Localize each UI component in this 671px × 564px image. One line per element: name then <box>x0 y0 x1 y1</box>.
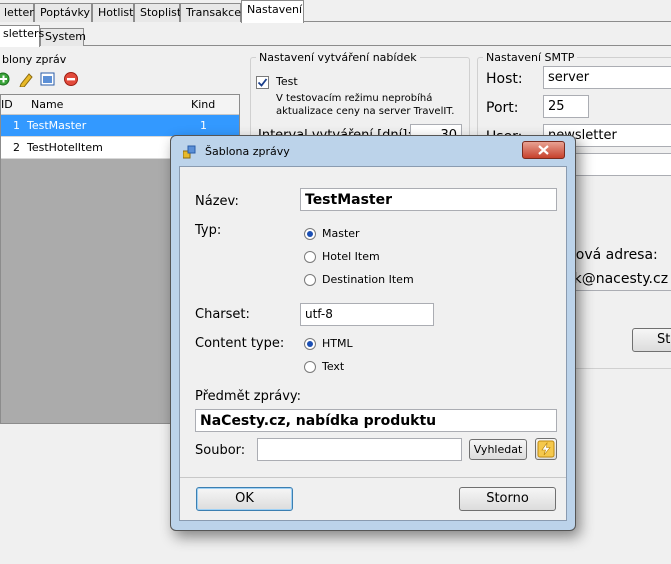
email-underline <box>560 290 671 291</box>
col-id[interactable]: ID <box>1 98 13 111</box>
template-dialog: Šablona zprávy Název: TestMaster Typ: Ma… <box>170 135 576 531</box>
content-type-label: Content type: <box>195 336 285 351</box>
delete-icon[interactable] <box>64 72 78 86</box>
tab-hotlist[interactable]: Hotlist <box>92 3 134 22</box>
tab-poptavky[interactable]: Poptávky <box>34 3 92 22</box>
type-label: Typ: <box>195 223 222 238</box>
add-icon[interactable] <box>0 72 10 86</box>
host-input[interactable]: server <box>543 66 671 89</box>
content-radio-text[interactable] <box>304 361 316 373</box>
dialog-titlebar: Šablona zprávy <box>171 136 575 166</box>
browse-button[interactable]: Vyhledat <box>469 439 527 460</box>
email-input[interactable]: ek@nacesty.cz <box>560 267 671 290</box>
type-option-destination-item: Destination Item <box>322 273 414 286</box>
tab-newsletters[interactable]: letters <box>0 3 39 22</box>
edit-icon[interactable] <box>19 73 33 88</box>
host-label: Host: <box>486 71 523 87</box>
test-label: Test <box>276 75 298 88</box>
test-description-2: aktualizace ceny na server TravelIT. <box>276 106 455 117</box>
dialog-separator <box>180 477 566 478</box>
cancel-button[interactable]: Storno <box>459 487 556 511</box>
test-description-1: V testovacím režimu neprobíhá <box>276 93 433 104</box>
file-input[interactable] <box>257 438 462 461</box>
dialog-close-button[interactable] <box>522 141 565 159</box>
content-option-text: Text <box>322 360 345 373</box>
tab-nastaveni[interactable]: Nastavení <box>241 0 304 23</box>
row-kind: 1 <box>200 119 207 132</box>
subtab-newsletters[interactable]: sletters <box>0 25 44 47</box>
col-kind[interactable]: Kind <box>191 98 215 111</box>
dialog-body: Název: TestMaster Typ: Master Hotel Item… <box>179 166 567 521</box>
file-label: Soubor: <box>195 443 246 458</box>
view-icon[interactable] <box>40 72 55 86</box>
test-checkbox[interactable] <box>256 76 269 89</box>
charset-input[interactable]: utf-8 <box>300 303 434 326</box>
name-label: Název: <box>195 194 239 209</box>
port-input[interactable]: 25 <box>543 95 589 118</box>
type-radio-destination-item[interactable] <box>304 274 316 286</box>
row-name: TestHotelItem <box>27 141 103 154</box>
save-button[interactable]: St <box>632 328 671 352</box>
offers-group-title: Nastavení vytváření nabídek <box>256 51 420 64</box>
content-radio-html[interactable] <box>304 338 316 350</box>
port-label: Port: <box>486 100 519 116</box>
tab-stoplist[interactable]: Stoplist <box>134 3 181 22</box>
subject-input[interactable]: NaCesty.cz, nabídka produktu <box>195 409 557 432</box>
type-option-master: Master <box>322 227 360 240</box>
name-input[interactable]: TestMaster <box>300 188 557 211</box>
subtab-system[interactable]: System <box>40 28 86 46</box>
table-row[interactable]: 1 TestMaster 1 <box>1 115 239 137</box>
sub-tabbar <box>0 28 671 46</box>
templates-toolbar <box>0 71 82 90</box>
lightning-button[interactable] <box>535 438 557 460</box>
templates-toolbar-icons <box>0 72 78 88</box>
templates-title: blony zpráv <box>2 53 67 66</box>
smtp-group-title: Nastavení SMTP <box>483 51 578 64</box>
type-option-hotel-item: Hotel Item <box>322 250 380 263</box>
subject-label: Předmět zprávy: <box>195 389 302 404</box>
tab-transakce[interactable]: Transakce <box>180 3 241 22</box>
lightning-icon <box>537 440 555 458</box>
type-radio-hotel-item[interactable] <box>304 251 316 263</box>
row-id: 2 <box>13 141 20 154</box>
dialog-title: Šablona zprávy <box>205 145 290 158</box>
checkmark-icon <box>257 78 268 87</box>
close-icon <box>538 145 549 155</box>
ok-button[interactable]: OK <box>196 487 293 511</box>
charset-label: Charset: <box>195 307 250 322</box>
email-label: ilová adresa: <box>568 247 658 263</box>
content-option-html: HTML <box>322 337 353 350</box>
col-name[interactable]: Name <box>31 98 63 111</box>
type-radio-master[interactable] <box>304 228 316 240</box>
row-id: 1 <box>13 119 20 132</box>
dialog-app-icon <box>183 145 196 159</box>
row-name: TestMaster <box>27 119 87 132</box>
grid-header: ID Name Kind <box>1 95 239 115</box>
